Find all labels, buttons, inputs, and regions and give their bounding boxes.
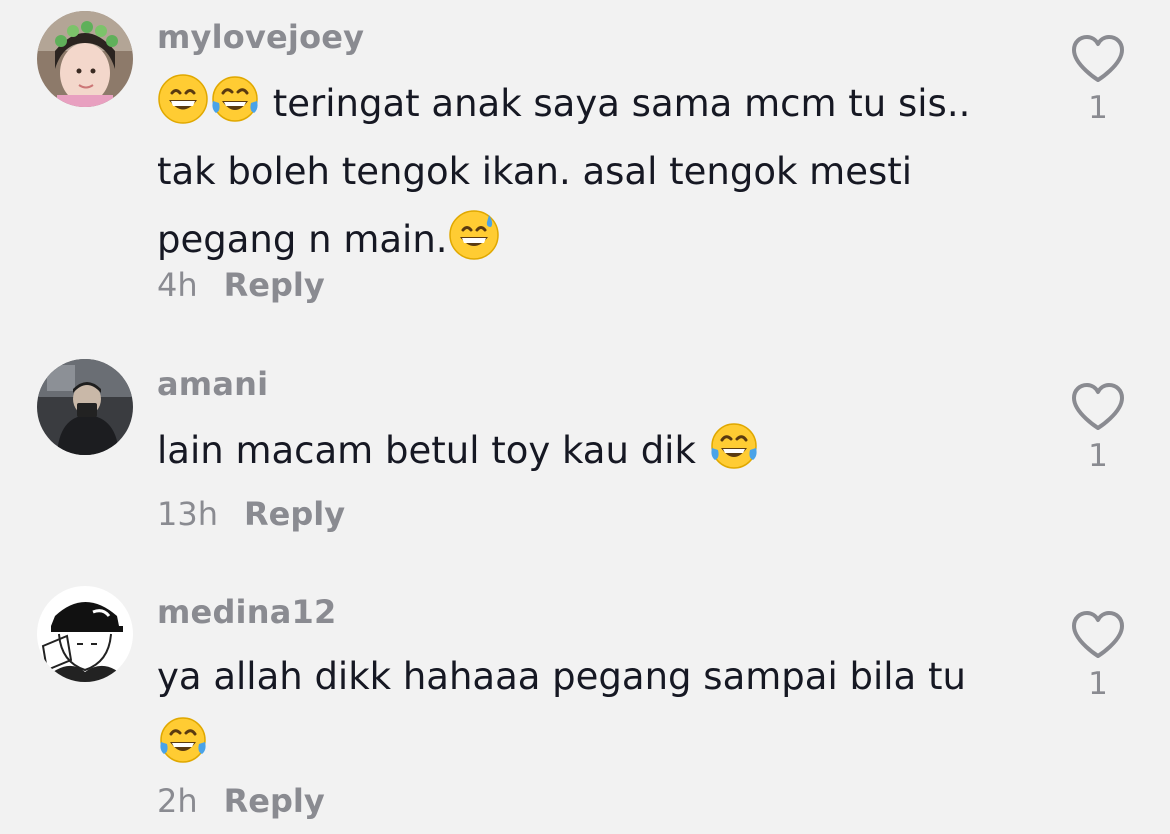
comment-meta: 13h Reply (157, 495, 345, 533)
reply-button[interactable]: Reply (224, 782, 325, 820)
tears-of-joy-emoji (157, 714, 209, 766)
tears-of-joy-emoji (209, 73, 261, 125)
reply-button[interactable]: Reply (224, 266, 325, 304)
comment-timestamp: 2h (157, 782, 198, 820)
comment-list: mylovejoey teringat anak saya sama mcm t… (0, 0, 1170, 834)
tears-of-joy-emoji (708, 420, 760, 472)
heart-outline-icon (1072, 611, 1124, 658)
comment-text-line: ya allah dikk hahaaa pegang sampai bila … (157, 643, 966, 711)
comment-timestamp: 4h (157, 266, 198, 304)
comment-timestamp: 13h (157, 495, 218, 533)
like-count: 1 (1088, 438, 1108, 474)
reply-button[interactable]: Reply (244, 495, 345, 533)
comment-text: ya allah dikk hahaaa pegang sampai bila … (157, 643, 966, 779)
comment-username[interactable]: mylovejoey (157, 18, 364, 56)
user-avatar[interactable] (37, 359, 133, 455)
comment-text-segment: tak boleh tengok ikan. asal tengok mesti (157, 150, 913, 193)
comment-text-line: pegang n main. (157, 206, 970, 274)
comment-username[interactable]: medina12 (157, 593, 336, 631)
comment-text-line: tak boleh tengok ikan. asal tengok mesti (157, 138, 970, 206)
comment-text-line: lain macam betul toy kau dik (157, 417, 760, 485)
comment-username[interactable]: amani (157, 365, 268, 403)
comment-text: teringat anak saya sama mcm tu sis.. tak… (157, 70, 970, 274)
comment-text-line: teringat anak saya sama mcm tu sis.. (157, 70, 970, 138)
sweat-smile-emoji (448, 209, 500, 261)
comment-text-segment: pegang n main. (157, 218, 448, 261)
like-button[interactable]: 1 (1070, 610, 1126, 702)
comment-text-segment: ya allah dikk hahaaa pegang sampai bila … (157, 655, 966, 698)
user-avatar[interactable] (37, 586, 133, 682)
like-button[interactable]: 1 (1070, 34, 1126, 126)
like-button[interactable]: 1 (1070, 382, 1126, 474)
comment-text-segment: lain macam betul toy kau dik (157, 429, 708, 472)
user-avatar[interactable] (37, 11, 133, 107)
comment-text-segment: teringat anak saya sama mcm tu sis.. (261, 82, 971, 125)
comment-text: lain macam betul toy kau dik (157, 417, 760, 485)
like-count: 1 (1088, 666, 1108, 702)
comment-text-line (157, 711, 966, 779)
like-count: 1 (1088, 90, 1108, 126)
heart-outline-icon (1072, 35, 1124, 82)
grinning-face-emoji (157, 73, 209, 125)
comment-meta: 4h Reply (157, 266, 325, 304)
comment-meta: 2h Reply (157, 782, 325, 820)
heart-outline-icon (1072, 383, 1124, 430)
